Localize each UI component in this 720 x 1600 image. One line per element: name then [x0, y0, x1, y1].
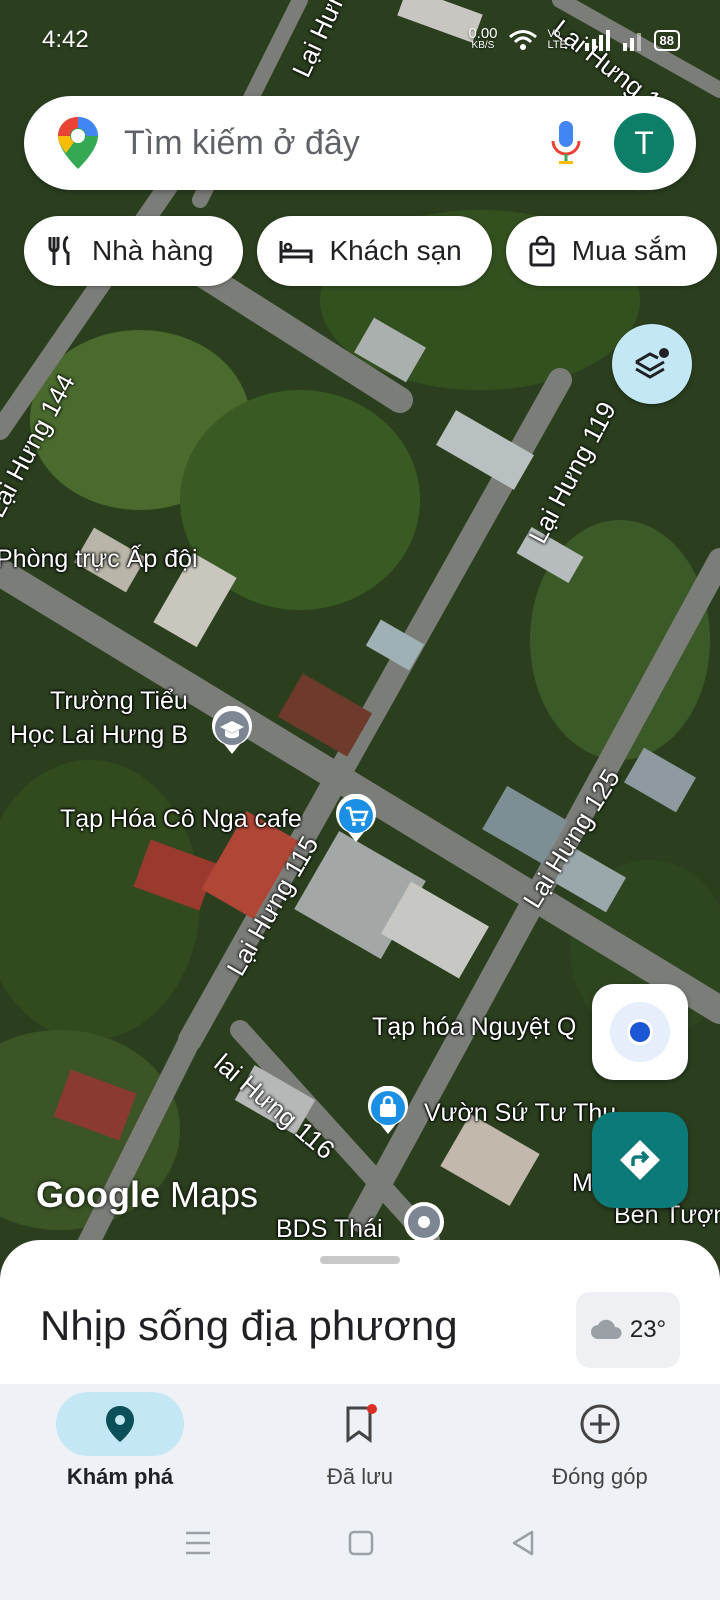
- search-bar[interactable]: Tìm kiếm ở đây T: [24, 96, 696, 190]
- signal-2-icon: [622, 33, 641, 51]
- sheet-drag-handle[interactable]: [320, 1256, 400, 1264]
- nav-explore-label: Khám phá: [66, 1464, 174, 1489]
- back-icon[interactable]: [510, 1530, 536, 1556]
- status-bar: 4:42 0.00 KB/S Vo LTE 88: [42, 22, 680, 58]
- add-circle-icon: [580, 1404, 620, 1444]
- layers-button[interactable]: [612, 324, 692, 404]
- watermark-maps: Maps: [170, 1174, 259, 1215]
- my-location-button[interactable]: [592, 984, 688, 1080]
- nav-saved-pill: [296, 1392, 424, 1456]
- search-input[interactable]: Tìm kiếm ở đây: [124, 124, 548, 163]
- weather-chip[interactable]: 23°: [576, 1292, 680, 1368]
- chip-restaurants-label: Nhà hàng: [92, 235, 214, 266]
- restaurant-icon: [48, 235, 70, 265]
- poi-truong-label-2[interactable]: Học Lai Hưng B: [10, 718, 188, 752]
- chip-hotels[interactable]: Khách sạn: [257, 216, 492, 286]
- bottom-sheet[interactable]: Nhịp sống địa phương 23°: [0, 1240, 720, 1390]
- net-speed-unit: KB/S: [471, 40, 495, 51]
- layers-icon: [635, 348, 669, 379]
- category-chips: Nhà hàng Khách sạn Mua sắm: [24, 216, 717, 286]
- signal-icon: [584, 30, 610, 51]
- google-maps-watermark: Google Maps: [36, 1174, 258, 1216]
- nav-contribute-label: Đóng góp: [552, 1464, 648, 1489]
- shopping-bag-pin-icon[interactable]: [366, 1086, 410, 1136]
- poi-tap-hoa-nguyet-label[interactable]: Tạp hóa Nguyệt Q: [372, 1010, 576, 1044]
- google-maps-logo-icon: [58, 117, 98, 169]
- wifi-icon: [508, 30, 537, 50]
- nav-explore[interactable]: Khám phá: [0, 1384, 240, 1490]
- home-icon[interactable]: [348, 1530, 374, 1556]
- chip-shopping-label: Mua sắm: [571, 235, 687, 266]
- nav-saved-label: Đã lưu: [326, 1464, 394, 1489]
- hotel-icon: [279, 241, 313, 263]
- volte-indicator: Vo LTE: [547, 28, 567, 51]
- cloud-icon: [590, 1319, 622, 1339]
- nav-saved[interactable]: Đã lưu: [240, 1384, 480, 1490]
- shopping-bag-icon: [529, 235, 555, 267]
- location-pin-icon: [106, 1406, 134, 1442]
- poi-phong-truc-label[interactable]: Phòng trực Ấp đội: [0, 542, 198, 576]
- status-icons: 0.00 KB/S Vo LTE 88: [468, 25, 680, 52]
- microphone-icon[interactable]: [548, 119, 584, 167]
- nav-contribute[interactable]: Đóng góp: [480, 1384, 720, 1490]
- poi-truong-label-1[interactable]: Trường Tiểu: [50, 684, 188, 718]
- account-avatar[interactable]: T: [614, 113, 674, 173]
- my-location-icon: [610, 1002, 670, 1062]
- battery-indicator: 88: [653, 29, 680, 51]
- watermark-google: Google: [36, 1174, 160, 1215]
- bottom-navigation: Khám phá Đã lưu Đóng góp: [0, 1384, 720, 1600]
- directions-icon: [620, 1140, 660, 1180]
- nav-contribute-pill: [536, 1392, 664, 1456]
- net-speed: 0.00 KB/S: [468, 25, 498, 52]
- nav-explore-pill: [56, 1392, 184, 1456]
- net-speed-value: 0.00: [468, 25, 498, 42]
- status-time: 4:42: [42, 26, 89, 53]
- sheet-title: Nhịp sống địa phương: [40, 1302, 458, 1349]
- directions-button[interactable]: [592, 1112, 688, 1208]
- chip-hotels-label: Khách sạn: [329, 235, 462, 266]
- school-icon[interactable]: [210, 706, 254, 756]
- menu-icon[interactable]: [184, 1530, 212, 1556]
- temperature: 23°: [629, 1316, 667, 1343]
- system-navigation: [0, 1530, 720, 1570]
- shopping-cart-icon[interactable]: [334, 794, 378, 844]
- bookmark-icon: [346, 1404, 377, 1443]
- chip-restaurants[interactable]: Nhà hàng: [24, 216, 244, 286]
- poi-vuon-su-label[interactable]: Vườn Sứ Tư Thu: [424, 1096, 616, 1130]
- poi-tap-hoa-co-nga-label[interactable]: Tạp Hóa Cô Nga cafe: [60, 802, 302, 836]
- avatar-letter: T: [634, 124, 654, 161]
- chip-shopping[interactable]: Mua sắm: [505, 216, 717, 286]
